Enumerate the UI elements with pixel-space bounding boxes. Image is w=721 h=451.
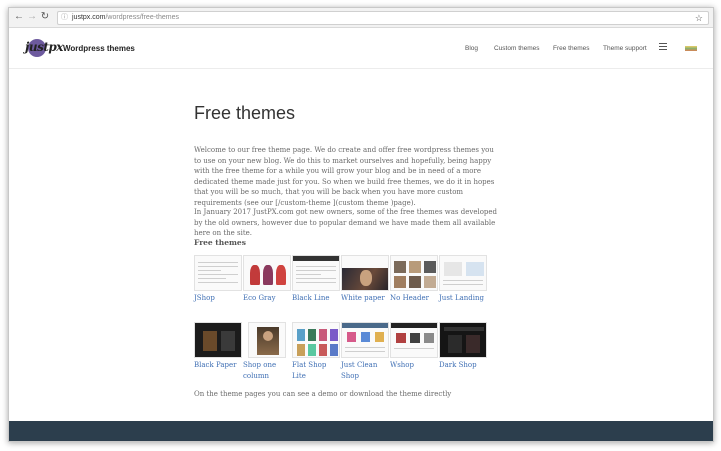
site-header: justpx Wordpress themes Blog Custom them…: [9, 29, 713, 69]
theme-card[interactable]: Flat Shop Lite: [292, 322, 340, 382]
theme-card[interactable]: JShop: [194, 255, 242, 304]
theme-pages-note: On the theme pages you can see a demo or…: [194, 390, 452, 398]
nav-free-themes[interactable]: Free themes: [553, 45, 590, 52]
reload-icon[interactable]: ↻: [39, 11, 51, 23]
forward-icon[interactable]: →: [26, 11, 38, 23]
site-name[interactable]: Wordpress themes: [63, 44, 135, 53]
theme-name[interactable]: Wshop: [390, 360, 438, 371]
nav-blog[interactable]: Blog: [465, 45, 478, 52]
address-bar[interactable]: ⓘ justpx.com/wordpress/free-themes ☆: [57, 11, 709, 25]
theme-card[interactable]: Shop one column: [243, 322, 291, 382]
page-title: Free themes: [194, 103, 296, 123]
theme-card[interactable]: Eco Gray: [243, 255, 291, 304]
logo-text: justpx: [25, 40, 63, 54]
theme-thumbnail[interactable]: [194, 255, 242, 291]
theme-thumbnail[interactable]: [390, 255, 438, 291]
nav-theme-support[interactable]: Theme support: [603, 45, 647, 52]
theme-thumbnail[interactable]: [292, 322, 340, 358]
theme-card[interactable]: Just Landing: [439, 255, 487, 304]
url-host: justpx.com: [72, 14, 106, 21]
back-icon[interactable]: ←: [13, 11, 25, 23]
theme-thumbnail[interactable]: [248, 322, 286, 358]
language-flag-icon[interactable]: [685, 46, 697, 51]
logo[interactable]: justpx: [25, 38, 63, 58]
theme-thumbnail[interactable]: [341, 255, 389, 291]
bookmark-star-icon[interactable]: ☆: [695, 12, 703, 24]
menu-icon[interactable]: [659, 43, 667, 51]
theme-thumbnail[interactable]: [292, 255, 340, 291]
theme-name[interactable]: Shop one column: [243, 360, 291, 382]
theme-name[interactable]: No Header: [390, 293, 438, 304]
theme-name[interactable]: Eco Gray: [243, 293, 291, 304]
theme-name[interactable]: Dark Shop: [439, 360, 487, 371]
theme-name[interactable]: JShop: [194, 293, 242, 304]
theme-card[interactable]: Black Paper: [194, 322, 242, 371]
theme-thumbnail[interactable]: [439, 255, 487, 291]
theme-card[interactable]: No Header: [390, 255, 438, 304]
url-path: /wordpress/free-themes: [105, 14, 179, 21]
nav-custom-themes[interactable]: Custom themes: [494, 45, 540, 52]
ownership-paragraph: In January 2017 JustPX.com got new owner…: [194, 208, 498, 237]
page-info-icon[interactable]: ⓘ: [61, 12, 68, 24]
theme-card[interactable]: Dark Shop: [439, 322, 487, 371]
theme-thumbnail[interactable]: [243, 255, 291, 291]
theme-name[interactable]: Just Landing: [439, 293, 487, 304]
theme-name[interactable]: White paper: [341, 293, 389, 304]
free-themes-heading: Free themes: [194, 238, 246, 247]
theme-name[interactable]: Flat Shop Lite: [292, 360, 340, 382]
theme-name[interactable]: Black Line: [292, 293, 340, 304]
site-footer: [9, 421, 713, 441]
theme-name[interactable]: Just Clean Shop: [341, 360, 389, 382]
theme-card[interactable]: Just Clean Shop: [341, 322, 389, 382]
theme-card[interactable]: Wshop: [390, 322, 438, 371]
theme-name[interactable]: Black Paper: [194, 360, 242, 371]
theme-thumbnail[interactable]: [341, 322, 389, 358]
theme-card[interactable]: Black Line: [292, 255, 340, 304]
browser-toolbar: ← → ↻ ⓘ justpx.com/wordpress/free-themes…: [9, 8, 713, 28]
theme-card[interactable]: White paper: [341, 255, 389, 304]
intro-paragraph: Welcome to our free theme page. We do cr…: [194, 146, 495, 207]
theme-thumbnail[interactable]: [194, 322, 242, 358]
theme-thumbnail[interactable]: [390, 322, 438, 358]
theme-thumbnail[interactable]: [439, 322, 487, 358]
browser-window: ← → ↻ ⓘ justpx.com/wordpress/free-themes…: [8, 7, 714, 442]
